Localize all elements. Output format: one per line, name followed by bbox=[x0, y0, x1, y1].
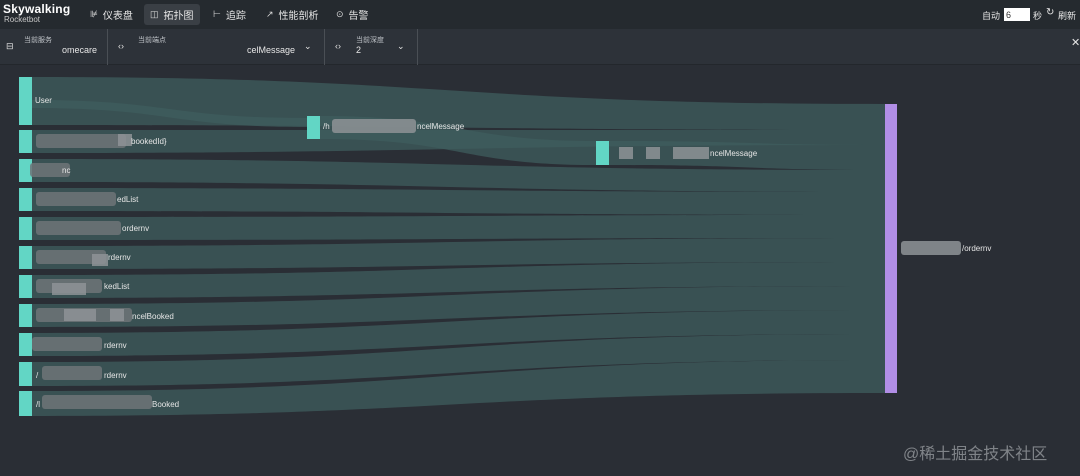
source-prefix-row11: /l bbox=[36, 400, 40, 409]
chevron-down-icon: ⌄ bbox=[397, 41, 405, 51]
node-row11[interactable] bbox=[19, 391, 32, 416]
alarm-icon: ⊙ bbox=[336, 9, 344, 19]
nav-trace-label: 追踪 bbox=[225, 11, 246, 22]
node-row7[interactable] bbox=[19, 275, 32, 298]
source-label-row8: ncelBooked bbox=[132, 312, 174, 321]
topology-icon: ◫ bbox=[150, 9, 159, 19]
topology-sankey: User bookedId} nc edList ordernv rdernv … bbox=[19, 77, 991, 416]
top-nav-bar: Skywalking Rocketbot ⊯ 仪表盘 ◫ 拓扑图 ⊢ 追踪 ↗ … bbox=[0, 0, 1080, 29]
selector-bar: ⊟ 当前服务 omecare ‹› 当前端点 celMessage ⌄ ‹› 当… bbox=[0, 29, 1080, 65]
source-label-row10: rdernv bbox=[104, 371, 127, 380]
node-row2[interactable] bbox=[19, 130, 32, 153]
logo-subtitle: Rocketbot bbox=[4, 15, 41, 24]
source-label-row4: edList bbox=[117, 195, 139, 204]
skywalking-logo[interactable]: Skywalking Rocketbot bbox=[3, 2, 71, 27]
source-label-user: User bbox=[35, 96, 52, 105]
service-selector-title: 当前服务 bbox=[24, 37, 52, 44]
nav-topology[interactable]: ◫ 拓扑图 bbox=[144, 4, 200, 25]
endpoint-selector[interactable]: ‹› 当前端点 celMessage ⌄ bbox=[108, 29, 325, 65]
source-label-row6: rdernv bbox=[108, 253, 131, 262]
nav-profile-label: 性能剖析 bbox=[278, 11, 319, 22]
node-user[interactable] bbox=[19, 77, 32, 125]
sankey-source-nodes bbox=[19, 77, 32, 416]
seconds-label: 秒 bbox=[1033, 11, 1043, 21]
refresh-button[interactable]: 刷新 bbox=[1058, 9, 1076, 22]
nav-profile[interactable]: ↗ 性能剖析 bbox=[260, 4, 325, 25]
nav-trace[interactable]: ⊢ 追踪 bbox=[207, 4, 252, 25]
node-row10[interactable] bbox=[19, 362, 32, 386]
node-row6[interactable] bbox=[19, 246, 32, 269]
refresh-interval-input[interactable] bbox=[1004, 8, 1030, 21]
mid2-label: ncelMessage bbox=[710, 149, 758, 158]
mid1-label-suffix: ncelMessage bbox=[417, 122, 465, 131]
trace-icon: ⊢ bbox=[213, 9, 221, 19]
nav-dashboard[interactable]: ⊯ 仪表盘 bbox=[84, 4, 139, 25]
node-row9[interactable] bbox=[19, 333, 32, 356]
source-label-row2: bookedId} bbox=[131, 137, 167, 146]
depth-selector[interactable]: ‹› 当前深度 2 ⌄ bbox=[325, 29, 418, 65]
endpoint-code-icon: ‹› bbox=[118, 41, 124, 51]
endpoint-selector-title: 当前端点 bbox=[138, 37, 166, 44]
endpoint-selector-value: celMessage bbox=[247, 45, 296, 55]
depth-code-icon: ‹› bbox=[335, 41, 341, 51]
sink-label: /ordernv bbox=[962, 244, 991, 253]
node-row8[interactable] bbox=[19, 304, 32, 327]
service-icon: ⊟ bbox=[6, 41, 14, 51]
source-label-row3: nc bbox=[62, 166, 70, 175]
dashboard-icon: ⊯ bbox=[90, 9, 98, 19]
nav-alarm-label: 告警 bbox=[348, 11, 369, 22]
depth-selector-value: 2 bbox=[356, 45, 362, 55]
node-row4[interactable] bbox=[19, 188, 32, 211]
node-sink-ordernv[interactable] bbox=[885, 104, 897, 393]
node-mid1[interactable] bbox=[307, 116, 320, 139]
service-selector-value: omecare bbox=[62, 45, 98, 55]
watermark: @稀土掘金技术社区 bbox=[903, 446, 1048, 463]
source-label-row7: kedList bbox=[104, 282, 130, 291]
logo-title: Skywalking bbox=[3, 2, 71, 16]
auto-refresh-label: 自动 bbox=[982, 11, 1001, 21]
profile-icon: ↗ bbox=[266, 9, 274, 19]
node-mid2[interactable] bbox=[596, 141, 609, 165]
depth-selector-title: 当前深度 bbox=[356, 37, 384, 44]
service-selector[interactable]: ⊟ 当前服务 omecare bbox=[0, 29, 108, 65]
nav-topology-label: 拓扑图 bbox=[163, 11, 194, 22]
link-row4-sink bbox=[32, 188, 885, 215]
nav-alarm[interactable]: ⊙ 告警 bbox=[330, 4, 375, 25]
node-row5[interactable] bbox=[19, 217, 32, 240]
mid1-label-prefix: /h bbox=[323, 122, 330, 131]
chevron-down-icon: ⌄ bbox=[304, 41, 312, 51]
source-label-row11: Booked bbox=[152, 400, 179, 409]
refresh-icon[interactable]: ↻ bbox=[1046, 7, 1054, 18]
nav-dashboard-label: 仪表盘 bbox=[102, 11, 133, 22]
source-label-row5: ordernv bbox=[122, 224, 149, 233]
source-label-row9: rdernv bbox=[104, 341, 127, 350]
link-row5-sink bbox=[32, 215, 885, 240]
close-icon[interactable]: ✕ bbox=[1071, 36, 1080, 49]
